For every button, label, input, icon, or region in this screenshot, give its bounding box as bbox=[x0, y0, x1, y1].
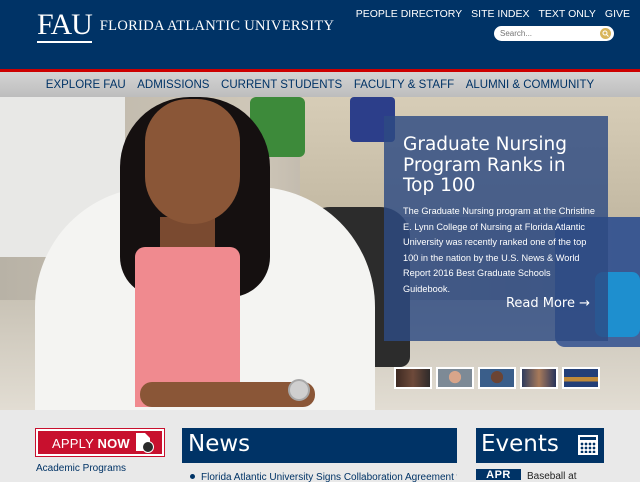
carousel-thumb[interactable] bbox=[394, 367, 432, 389]
carousel-thumb[interactable] bbox=[436, 367, 474, 389]
nav-admissions[interactable]: ADMISSIONS bbox=[137, 79, 209, 91]
hero-carousel: Graduate Nursing Program Ranks in Top 10… bbox=[0, 97, 640, 410]
nav-faculty-staff[interactable]: FACULTY & STAFF bbox=[354, 79, 454, 91]
utility-link-give[interactable]: GIVE bbox=[605, 8, 630, 20]
events-title: Events bbox=[481, 431, 559, 457]
carousel-thumbnails bbox=[394, 367, 600, 389]
content-area: APPLY NOW Academic Programs News Florida… bbox=[0, 410, 640, 482]
search-icon bbox=[602, 30, 609, 37]
logo-mark: FAU bbox=[37, 7, 93, 43]
calendar-icon[interactable] bbox=[578, 435, 598, 455]
carousel-thumb[interactable] bbox=[562, 367, 600, 389]
apply-now-label: APPLY NOW bbox=[52, 436, 130, 451]
read-more-link[interactable]: Read More → bbox=[506, 296, 590, 311]
utility-link-text-only[interactable]: TEXT ONLY bbox=[539, 8, 596, 20]
hero-caption-panel: Graduate Nursing Program Ranks in Top 10… bbox=[384, 116, 608, 341]
check-icon bbox=[142, 441, 154, 453]
utility-links: PEOPLE DIRECTORY SITE INDEX TEXT ONLY GI… bbox=[356, 8, 630, 20]
nav-alumni-community[interactable]: ALUMNI & COMMUNITY bbox=[466, 79, 594, 91]
academic-programs-link[interactable]: Academic Programs bbox=[36, 463, 126, 474]
search-button[interactable] bbox=[600, 28, 611, 39]
nav-explore-fau[interactable]: EXPLORE FAU bbox=[46, 79, 126, 91]
news-header: News bbox=[182, 428, 457, 463]
event-item[interactable]: Baseball at bbox=[527, 471, 576, 482]
search-box bbox=[494, 26, 614, 41]
search-input[interactable] bbox=[500, 27, 596, 40]
site-header: FAU FLORIDA ATLANTIC UNIVERSITY PEOPLE D… bbox=[0, 0, 640, 69]
logo-text: FLORIDA ATLANTIC UNIVERSITY bbox=[99, 17, 335, 34]
carousel-thumb[interactable] bbox=[520, 367, 558, 389]
nav-current-students[interactable]: CURRENT STUDENTS bbox=[221, 79, 342, 91]
main-nav: EXPLORE FAU ADMISSIONS CURRENT STUDENTS … bbox=[0, 72, 640, 97]
carousel-thumb[interactable] bbox=[478, 367, 516, 389]
news-title: News bbox=[188, 431, 251, 457]
utility-link-site-index[interactable]: SITE INDEX bbox=[471, 8, 529, 20]
news-item[interactable]: Florida Atlantic University Signs Collab… bbox=[182, 472, 457, 482]
apply-now-button[interactable]: APPLY NOW bbox=[35, 428, 165, 457]
utility-link-people-directory[interactable]: PEOPLE DIRECTORY bbox=[356, 8, 462, 20]
hero-body: The Graduate Nursing program at the Chri… bbox=[403, 206, 596, 294]
fau-logo[interactable]: FAU FLORIDA ATLANTIC UNIVERSITY bbox=[37, 7, 335, 43]
bullet-icon bbox=[190, 474, 195, 480]
event-date-badge: APR bbox=[476, 469, 521, 481]
events-header: Events bbox=[476, 428, 604, 463]
hero-headline: Graduate Nursing Program Ranks in Top 10… bbox=[403, 134, 568, 196]
